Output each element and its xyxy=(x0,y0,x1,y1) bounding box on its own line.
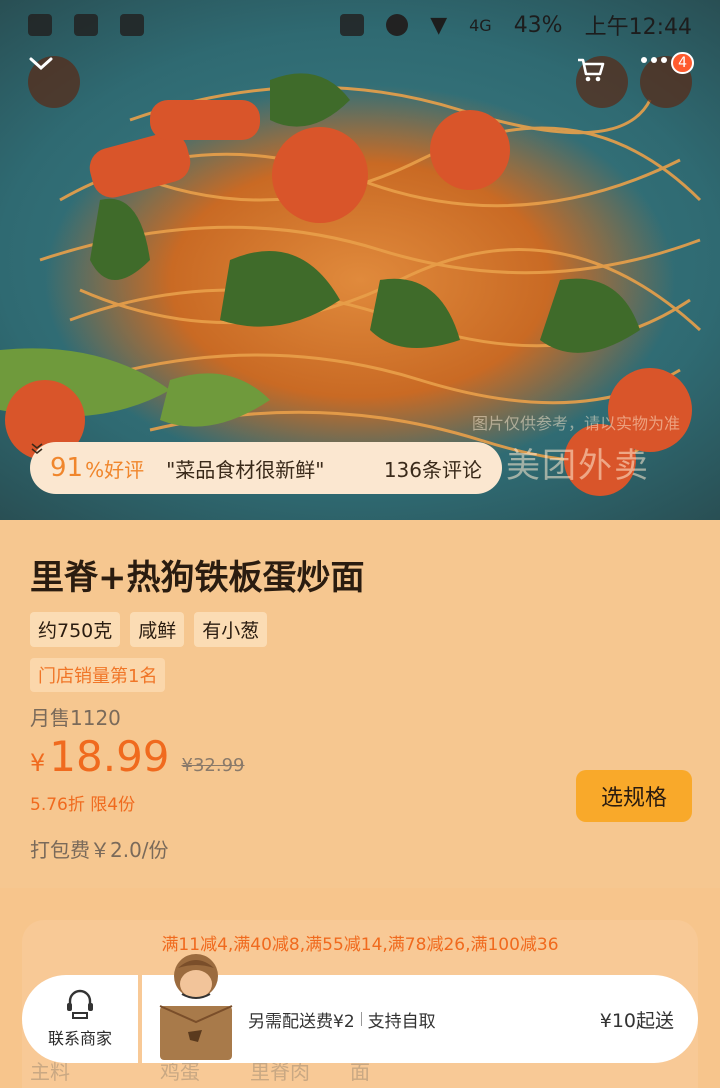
image-disclaimer: 图片仅供参考，请以实物为准 xyxy=(471,414,680,433)
pickup-support: 支持自取 xyxy=(367,1011,436,1032)
monthly-sales: 月售1120 xyxy=(30,706,121,730)
select-spec-button[interactable]: 选规格 xyxy=(576,770,692,822)
double-chevron-down-icon xyxy=(31,443,43,455)
delivery-fee: 另需配送费¥2 xyxy=(248,1011,355,1032)
currency-symbol: ¥ xyxy=(30,749,46,777)
divider xyxy=(360,1012,362,1026)
rating-label: %好评 xyxy=(85,457,145,482)
more-dots-icon xyxy=(641,57,667,63)
promo-discounts: 满11减4,满40减8,满55减14,满78减26,满100减36 xyxy=(161,935,559,955)
review-quote: "菜品食材很新鲜" xyxy=(166,457,325,482)
tag-weight: 约750克 xyxy=(30,612,121,647)
clock: 上午12:44 xyxy=(584,15,692,40)
wifi-icon: ▼ xyxy=(430,12,448,38)
battery-percent: 43% xyxy=(513,12,563,38)
review-count-link[interactable]: 136条评论 xyxy=(31,443,482,483)
message-icon xyxy=(28,14,52,36)
app-icon xyxy=(74,14,98,36)
rating-summary[interactable]: 91 %好评 "菜品食材很新鲜" 136条评论 xyxy=(30,442,502,494)
contact-label: 联系商家 xyxy=(47,1029,112,1048)
current-price: 18.99 xyxy=(49,732,170,781)
more-button[interactable]: 4 xyxy=(640,52,694,108)
original-price: ¥32.99 xyxy=(181,755,245,776)
tag-topping: 有小葱 xyxy=(194,612,268,647)
signal-label: 4G xyxy=(469,15,492,35)
cart-icon xyxy=(578,58,605,82)
product-hero-image: ▼ 4G 43% 上午12:44 4 图片仅供参考，请以实物为准 美团外卖 91… xyxy=(0,0,720,520)
product-title: 里脊+热狗铁板蛋炒面 xyxy=(30,558,365,598)
packing-fee: 打包费￥2.0/份 xyxy=(30,838,169,862)
do-not-disturb-icon xyxy=(386,14,409,36)
cast-icon xyxy=(340,14,365,36)
discount-info: 5.76折 限4份 xyxy=(30,795,136,815)
product-tags: 约750克 咸鲜 有小葱 xyxy=(30,612,268,647)
chevron-down-icon xyxy=(29,57,53,71)
watermark-text: 美团外卖 xyxy=(506,446,650,486)
sales-rank-badge: 门店销量第1名 xyxy=(30,658,166,692)
review-count: 136条评论 xyxy=(383,457,482,482)
minimum-order: ¥10起送 xyxy=(599,1009,674,1032)
collapse-button[interactable] xyxy=(28,56,80,108)
image-icon xyxy=(120,14,144,36)
rating-percent: 91 xyxy=(50,453,84,483)
delivery-mascot-icon xyxy=(159,954,233,1060)
cart-button[interactable] xyxy=(576,56,628,108)
status-bar: ▼ 4G 43% 上午12:44 xyxy=(0,0,720,50)
contact-merchant-button[interactable]: 联系商家 xyxy=(22,975,138,1063)
price-row: ¥ 18.99 ¥32.99 xyxy=(30,732,245,781)
headset-store-icon xyxy=(67,989,93,1019)
tag-flavor: 咸鲜 xyxy=(130,612,185,647)
notification-badge: 4 xyxy=(671,52,694,74)
